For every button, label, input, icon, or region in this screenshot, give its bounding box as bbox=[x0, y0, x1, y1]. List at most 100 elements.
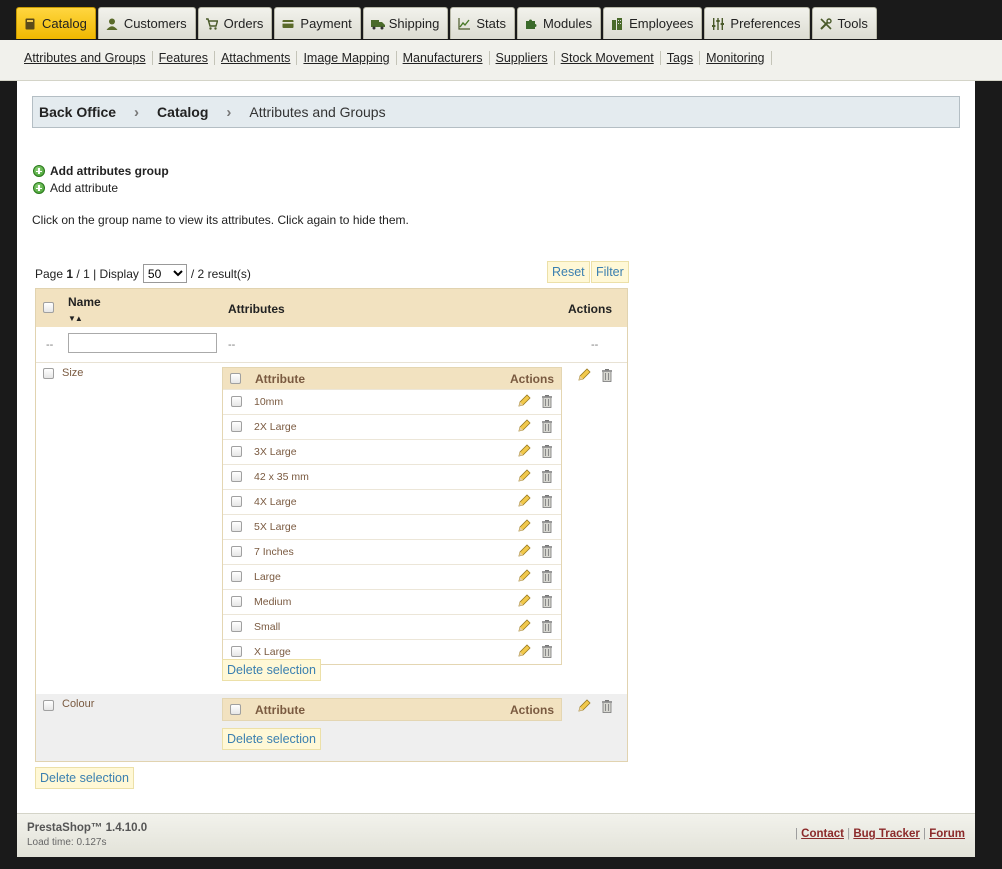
edit-icon[interactable] bbox=[517, 469, 531, 483]
load-time-text: Load time: 0.127s bbox=[27, 837, 107, 848]
delete-icon[interactable] bbox=[542, 520, 552, 533]
tab-employees[interactable]: Employees bbox=[603, 7, 703, 39]
subnav-suppliers[interactable]: Suppliers bbox=[490, 51, 555, 65]
main-content: Back Office › Catalog › Attributes and G… bbox=[17, 81, 975, 813]
subnav-image-mapping[interactable]: Image Mapping bbox=[297, 51, 397, 65]
subnav-attributes-and-groups[interactable]: Attributes and Groups bbox=[18, 51, 153, 65]
delete-icon[interactable] bbox=[602, 369, 612, 382]
attribute-value: 7 Inches bbox=[254, 546, 294, 558]
col-actions-header: Actions bbox=[568, 302, 613, 316]
name-filter-input[interactable] bbox=[68, 333, 217, 353]
edit-icon[interactable] bbox=[517, 444, 531, 458]
tab-label: Tools bbox=[837, 16, 868, 31]
delete-icon[interactable] bbox=[542, 420, 552, 433]
edit-icon[interactable] bbox=[517, 619, 531, 633]
select-all-attributes-checkbox[interactable] bbox=[230, 704, 241, 715]
attributes-subtable: Attribute Actions 10mm 2X Large 3X Large 42… bbox=[222, 367, 562, 665]
help-text: Click on the group name to view its attr… bbox=[32, 213, 409, 227]
bug-tracker-link[interactable]: Bug Tracker bbox=[853, 828, 919, 840]
attribute-checkbox[interactable] bbox=[231, 471, 242, 482]
delete-icon[interactable] bbox=[542, 545, 552, 558]
tab-shipping[interactable]: Shipping bbox=[362, 7, 449, 39]
delete-icon[interactable] bbox=[542, 645, 552, 658]
forum-link[interactable]: Forum bbox=[929, 828, 965, 840]
tab-modules[interactable]: Modules bbox=[516, 7, 602, 39]
chart-icon bbox=[458, 17, 471, 30]
row-checkbox[interactable] bbox=[43, 368, 54, 379]
attribute-row: 3X Large bbox=[223, 439, 561, 464]
attribute-checkbox[interactable] bbox=[231, 646, 242, 657]
select-all-checkbox[interactable] bbox=[43, 302, 54, 313]
bulk-delete-selection-button[interactable]: Delete selection bbox=[35, 767, 134, 789]
edit-icon[interactable] bbox=[517, 594, 531, 608]
filter-button[interactable]: Filter bbox=[591, 261, 629, 283]
delete-selection-button[interactable]: Delete selection bbox=[222, 659, 321, 681]
add-attribute-link[interactable]: Add attribute bbox=[33, 181, 118, 195]
delete-icon[interactable] bbox=[542, 495, 552, 508]
breadcrumb-back-office[interactable]: Back Office bbox=[33, 104, 116, 120]
breadcrumb-current: Attributes and Groups bbox=[249, 104, 386, 120]
edit-icon[interactable] bbox=[517, 544, 531, 558]
delete-icon[interactable] bbox=[542, 570, 552, 583]
add-attributes-group-link[interactable]: Add attributes group bbox=[33, 164, 169, 178]
delete-icon[interactable] bbox=[542, 395, 552, 408]
subnav-stock-movement[interactable]: Stock Movement bbox=[555, 51, 661, 65]
subnav-manufacturers[interactable]: Manufacturers bbox=[397, 51, 490, 65]
edit-icon[interactable] bbox=[517, 394, 531, 408]
attribute-row: 10mm bbox=[223, 389, 561, 414]
attribute-checkbox[interactable] bbox=[231, 446, 242, 457]
attribute-checkbox[interactable] bbox=[231, 621, 242, 632]
chevron-right-icon: › bbox=[134, 103, 140, 121]
group-name-colour[interactable]: Colour bbox=[62, 698, 94, 710]
delete-icon[interactable] bbox=[542, 595, 552, 608]
reset-button[interactable]: Reset bbox=[547, 261, 590, 283]
edit-icon[interactable] bbox=[577, 368, 591, 382]
puzzle-icon bbox=[525, 18, 537, 30]
add-icon bbox=[33, 165, 45, 177]
select-all-attributes-checkbox[interactable] bbox=[230, 373, 241, 384]
tab-tools[interactable]: Tools bbox=[811, 7, 877, 39]
edit-icon[interactable] bbox=[517, 569, 531, 583]
col-actions-header: Actions bbox=[509, 372, 554, 386]
delete-icon[interactable] bbox=[542, 620, 552, 633]
subnav-features[interactable]: Features bbox=[153, 51, 215, 65]
delete-selection-button[interactable]: Delete selection bbox=[222, 728, 321, 750]
edit-icon[interactable] bbox=[517, 644, 531, 658]
attribute-checkbox[interactable] bbox=[231, 396, 242, 407]
tab-preferences[interactable]: Preferences bbox=[704, 7, 810, 39]
edit-icon[interactable] bbox=[577, 699, 591, 713]
breadcrumb-catalog[interactable]: Catalog bbox=[151, 104, 208, 120]
subnav-tags[interactable]: Tags bbox=[661, 51, 701, 65]
edit-icon[interactable] bbox=[517, 494, 531, 508]
delete-icon[interactable] bbox=[542, 445, 552, 458]
attribute-checkbox[interactable] bbox=[231, 596, 242, 607]
delete-icon[interactable] bbox=[602, 700, 612, 713]
attribute-checkbox[interactable] bbox=[231, 521, 242, 532]
attribute-checkbox[interactable] bbox=[231, 571, 242, 582]
delete-icon[interactable] bbox=[542, 470, 552, 483]
attribute-checkbox[interactable] bbox=[231, 421, 242, 432]
filter-dash: -- bbox=[228, 339, 236, 351]
tab-orders[interactable]: Orders bbox=[197, 7, 273, 39]
attribute-value: 10mm bbox=[254, 396, 284, 408]
attribute-checkbox[interactable] bbox=[231, 546, 242, 557]
contact-link[interactable]: Contact bbox=[801, 828, 844, 840]
row-checkbox[interactable] bbox=[43, 700, 54, 711]
edit-icon[interactable] bbox=[517, 519, 531, 533]
tab-label: Modules bbox=[542, 16, 593, 31]
edit-icon[interactable] bbox=[517, 419, 531, 433]
tab-customers[interactable]: Customers bbox=[97, 7, 196, 39]
attribute-value: 4X Large bbox=[254, 496, 297, 508]
sort-arrows-icon[interactable]: ▼▲ bbox=[68, 314, 83, 323]
display-count-select[interactable]: 50 bbox=[142, 264, 187, 283]
tab-label: Payment bbox=[300, 16, 352, 31]
tab-payment[interactable]: Payment bbox=[274, 7, 361, 39]
tab-stats[interactable]: Stats bbox=[450, 7, 515, 39]
subnav-attachments[interactable]: Attachments bbox=[215, 51, 298, 65]
attribute-value: Large bbox=[254, 571, 281, 583]
attribute-value: Medium bbox=[254, 596, 292, 608]
subnav-monitoring[interactable]: Monitoring bbox=[700, 51, 772, 65]
tab-catalog[interactable]: Catalog bbox=[16, 7, 96, 39]
attribute-checkbox[interactable] bbox=[231, 496, 242, 507]
group-name-size[interactable]: Size bbox=[62, 367, 83, 379]
